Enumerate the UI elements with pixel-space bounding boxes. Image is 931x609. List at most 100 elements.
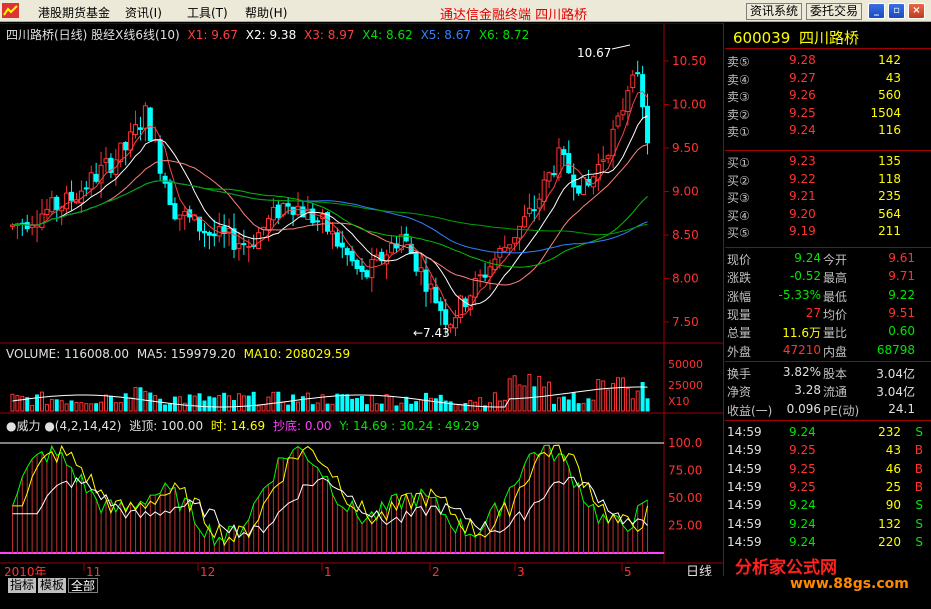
stat2-value: 24.1 [888, 401, 915, 416]
candle-body [137, 127, 143, 130]
app-logo-icon [2, 3, 19, 18]
restore-icon[interactable]: ▫ [888, 3, 905, 19]
stat-value: 47210 [782, 342, 821, 357]
buy-volume: 211 [878, 224, 901, 238]
volume-bar [507, 378, 512, 412]
stat2-value: 3.82% [782, 365, 821, 379]
sell-price: 9.26 [789, 88, 816, 102]
tick-volume: 46 [885, 461, 901, 476]
indicator-bottom: 抄底: 0.00 [272, 419, 332, 433]
tick-volume: 25 [885, 479, 901, 494]
volume-bar [335, 393, 340, 412]
buy-volume: 235 [878, 189, 901, 203]
sell-price: 9.27 [789, 70, 816, 85]
candle-body [369, 258, 375, 279]
menu-tools[interactable]: 工具(T) [187, 4, 228, 21]
volume-bar [606, 389, 611, 412]
indicator-params: ●(4,2,14,42) [44, 419, 122, 433]
menu-help[interactable]: 帮助(H) [245, 4, 287, 21]
volume-bar [212, 397, 217, 412]
volume-bar [246, 395, 251, 412]
buy-row: 买② 9.22 118 [725, 171, 931, 189]
buy-price: 9.22 [789, 171, 816, 186]
candle-body [413, 252, 419, 272]
tab-template[interactable]: 模板 [38, 578, 67, 593]
stat-label: 总量 [727, 326, 752, 341]
volume-bar [54, 399, 59, 412]
tab-indicator[interactable]: 指标 [8, 578, 37, 593]
volume-bar [360, 396, 364, 412]
volume-bar [108, 395, 113, 412]
candle-body [615, 115, 621, 127]
minimize-icon[interactable]: _ [868, 3, 885, 19]
buy-volume: 135 [878, 154, 901, 168]
buy-row: 买④ 9.20 564 [725, 206, 931, 224]
volume-bar [340, 394, 345, 412]
kline-chart-canvas[interactable]: 10.50 10.00 9.50 9.00 8.50 8.00 7.50 10.67 ←7.43… [0, 23, 724, 583]
candle-body [310, 208, 316, 223]
menu-hk-futures[interactable]: 港股期货基金 [38, 4, 110, 21]
candle-body [256, 232, 262, 249]
sell-volume: 142 [878, 53, 901, 67]
volume-bar [325, 403, 330, 412]
candle-body [344, 248, 350, 256]
candle-body [561, 149, 567, 156]
volume-bar [89, 403, 94, 412]
candle-body [231, 228, 237, 250]
candle-body [246, 245, 252, 248]
tick-price: 9.24 [789, 498, 816, 513]
volume-bar [350, 398, 355, 412]
chart-title: 四川路桥(日线) 股经X线6线(10) [6, 28, 180, 42]
candle-body [290, 206, 296, 215]
volume-bar [15, 395, 20, 412]
candle-body [103, 158, 109, 163]
tick-time: 14:59 [727, 443, 762, 458]
volume-axis-label: 50000 [668, 358, 703, 371]
tab-all[interactable]: 全部 [68, 578, 99, 593]
price-axis-label: 8.50 [672, 228, 699, 242]
kline-chart-area[interactable]: 10.50 10.00 9.50 9.00 8.50 8.00 7.50 10.67 ←7.43… [0, 23, 724, 583]
window-title: 通达信金融终端 四川路桥 [440, 8, 588, 23]
volume-bar [25, 397, 30, 412]
candle-body [270, 206, 276, 221]
candle-body [536, 198, 542, 209]
volume-bar [123, 393, 128, 412]
tick-time: 14:59 [727, 461, 762, 476]
stat2-label: 收益(一) [727, 403, 773, 418]
tick-side: S [915, 498, 923, 513]
stat-value: 0.60 [888, 324, 915, 339]
candle-body [576, 185, 582, 194]
volume-bar [59, 400, 64, 412]
menu-info[interactable]: 资讯(I) [125, 4, 162, 21]
tick-row: 14:59 9.24 90 S [725, 497, 931, 515]
volume-bar [281, 401, 286, 412]
tick-side: S [915, 516, 923, 531]
candle-body [334, 232, 340, 247]
stat-label: 涨跌 [727, 271, 752, 286]
ma-x5: X5: 8.67 [420, 28, 471, 42]
volume-bar [251, 391, 256, 412]
trade-button[interactable]: 委托交易 [806, 3, 863, 20]
volume-bar [113, 402, 118, 412]
candle-body [211, 233, 217, 237]
tick-time: 14:59 [727, 425, 762, 439]
close-icon[interactable]: × [908, 3, 925, 19]
tick-volume: 220 [878, 534, 901, 549]
tick-volume: 132 [878, 516, 901, 531]
volume-bar [433, 398, 438, 412]
volume-bar [379, 403, 384, 412]
stat2-value: 3.28 [794, 383, 821, 398]
buy-row: 买⑤ 9.19 211 [725, 223, 931, 241]
indicator-axis-label: 25.00 [668, 519, 702, 533]
info-system-button[interactable]: 资讯系统 [746, 3, 803, 20]
candle-body [531, 209, 537, 212]
sell-label: 卖② [727, 107, 750, 122]
volume-bar [256, 405, 261, 412]
candle-body [54, 196, 60, 211]
candle-body [201, 230, 207, 234]
stat-value: 9.61 [888, 251, 915, 265]
volume-bar [69, 400, 74, 412]
volume-bar [552, 403, 556, 412]
volume-bar [10, 393, 15, 412]
sell-label: 卖③ [727, 90, 750, 104]
